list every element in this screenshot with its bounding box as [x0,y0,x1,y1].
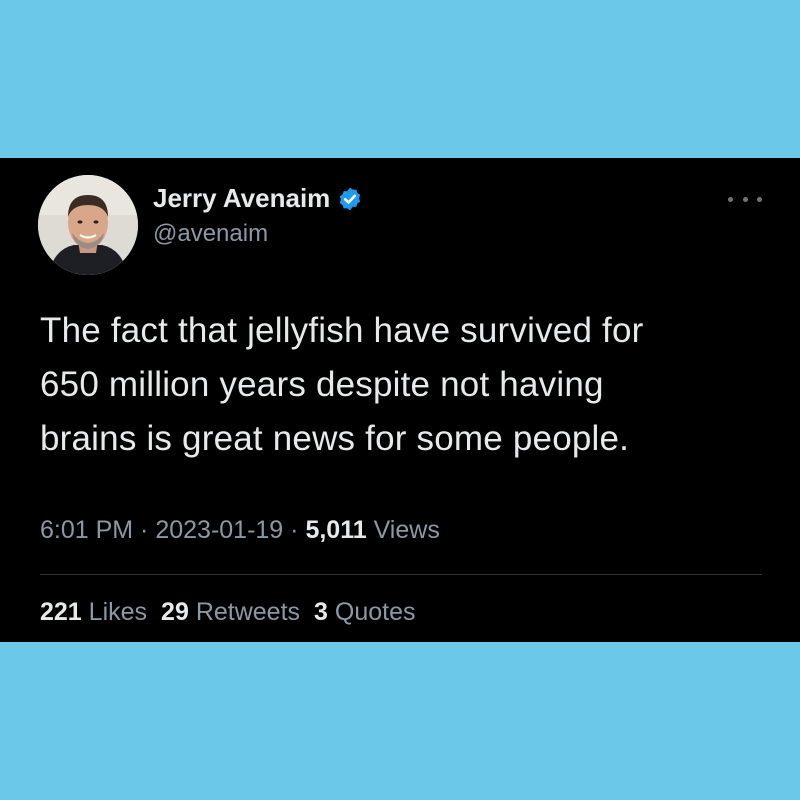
display-name[interactable]: Jerry Avenaim [153,183,363,214]
more-options-icon[interactable] [728,192,762,206]
tweet-card: Jerry Avenaim @avenaim The fact that jel… [0,158,800,642]
engagement-stats: 221 Likes 29 Retweets 3 Quotes [40,598,430,627]
tweet-date[interactable]: 2023-01-19 [155,516,283,544]
avatar-image [38,175,138,275]
tweet-text: The fact that jellyfish have survived fo… [40,304,760,466]
quotes-stat[interactable]: 3 Quotes [314,598,415,627]
likes-count: 221 [40,598,82,626]
more-dot [757,196,762,202]
display-name-text: Jerry Avenaim [153,183,331,213]
user-handle[interactable]: @avenaim [153,220,268,248]
meta-separator: · [133,516,156,544]
retweets-stat[interactable]: 29 Retweets [161,598,300,627]
quotes-label: Quotes [334,598,416,626]
retweets-count: 29 [161,598,189,626]
tweet-text-line: brains is great news for some people. [40,419,630,458]
retweets-label: Retweets [195,598,301,626]
views-count: 5,011 [305,516,367,544]
tweet-time[interactable]: 6:01 PM [40,516,133,544]
tweet-text-line: 650 million years despite not having [40,365,604,404]
views-label: Views [373,516,440,544]
more-dot [728,196,733,202]
divider [40,574,762,575]
more-dot [742,196,748,202]
avatar[interactable] [38,175,138,275]
meta-separator: · [283,516,306,544]
quotes-count: 3 [314,598,328,626]
tweet-text-line: The fact that jellyfish have survived fo… [40,311,644,350]
tweet-meta: 6:01 PM · 2023-01-19 · 5,011 Views [40,516,440,545]
verified-badge-icon [337,186,363,212]
likes-label: Likes [88,598,148,626]
likes-stat[interactable]: 221 Likes [40,598,147,627]
